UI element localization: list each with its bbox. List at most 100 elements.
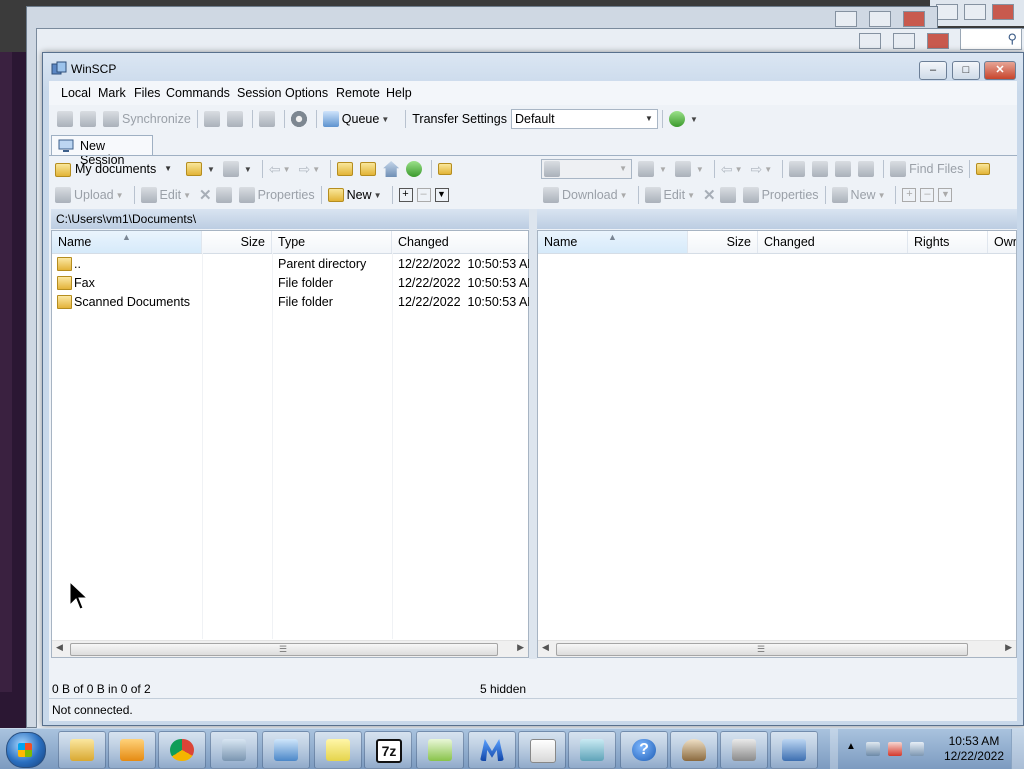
menu-options[interactable]: Options <box>285 86 328 100</box>
remote-back-button[interactable]: ⇦ ▼ <box>719 158 749 180</box>
synchronize-button[interactable]: Synchronize <box>101 108 193 130</box>
home-directory-button[interactable] <box>381 158 404 180</box>
action-center-icon[interactable] <box>888 742 902 756</box>
menu-mark[interactable]: Mark <box>98 86 126 100</box>
taskbar-explorer[interactable] <box>58 731 106 769</box>
scroll-left-icon[interactable]: ◀ <box>56 642 63 653</box>
title-bar[interactable]: WinSCP – □ ✕ <box>43 53 1023 83</box>
bg2-minimize-button[interactable] <box>835 11 857 27</box>
close-button[interactable]: ✕ <box>984 61 1016 80</box>
right-file-panel[interactable]: Name ▲ Size Changed Rights Owr ◀ ☰ ▶ <box>537 230 1017 658</box>
panel-splitter[interactable] <box>529 209 537 659</box>
bg3-maximize-button[interactable] <box>893 33 915 49</box>
console-button[interactable] <box>202 108 225 130</box>
column-name[interactable]: Name ▲ <box>52 231 202 253</box>
taskbar-sticky-notes[interactable] <box>314 731 362 769</box>
taskbar-malwarebytes[interactable] <box>468 731 516 769</box>
left-horizontal-scrollbar[interactable]: ◀ ☰ ▶ <box>52 640 528 657</box>
taskbar-media-player[interactable] <box>108 731 156 769</box>
taskbar-7zip[interactable]: 7z <box>364 731 412 769</box>
scroll-right-icon[interactable]: ▶ <box>517 642 524 653</box>
table-row[interactable]: Scanned Documents File folder 12/22/2022… <box>52 293 538 312</box>
parent-directory-button[interactable] <box>335 158 358 180</box>
remote-filter-select-button[interactable]: ▼ <box>936 184 954 206</box>
root-directory-button[interactable] <box>358 158 381 180</box>
refresh-button[interactable] <box>404 158 427 180</box>
left-location-select[interactable]: My documents ▼ <box>53 160 176 178</box>
scroll-left-icon[interactable]: ◀ <box>542 642 549 653</box>
menu-local[interactable]: Local <box>61 86 91 100</box>
bg2-close-button[interactable] <box>903 11 925 27</box>
taskbar-help[interactable]: ? <box>620 731 668 769</box>
remote-new-button[interactable]: New ▼ <box>830 184 892 206</box>
rename-button[interactable] <box>214 184 237 206</box>
remote-forward-button[interactable]: ⇨ ▼ <box>749 158 779 180</box>
download-button[interactable]: Download ▼ <box>541 184 634 206</box>
table-row[interactable]: .. Parent directory 12/22/2022 10:50:53 … <box>52 255 538 274</box>
transfer-options-button[interactable]: ▼ <box>667 108 704 130</box>
column-changed[interactable]: Changed <box>392 231 528 253</box>
remote-properties-button[interactable]: Properties <box>741 184 821 206</box>
remote-unselect-button[interactable]: – <box>918 184 936 206</box>
scroll-right-icon[interactable]: ▶ <box>1005 642 1012 653</box>
column-size[interactable]: Size <box>202 231 272 253</box>
filter-select-button[interactable]: ▼ <box>433 184 451 206</box>
menu-remote[interactable]: Remote <box>336 86 380 100</box>
clock[interactable]: 10:53 AM 12/22/2022 <box>944 734 1004 764</box>
network-icon[interactable] <box>866 742 880 756</box>
forward-button[interactable]: ⇨ ▼ <box>297 158 327 180</box>
keep-up-to-date-button[interactable] <box>78 108 101 130</box>
tree-toggle-button[interactable] <box>436 158 457 180</box>
column-type[interactable]: Type <box>272 231 392 253</box>
column-owner[interactable]: Owr <box>988 231 1016 253</box>
menu-help[interactable]: Help <box>386 86 412 100</box>
column-rights[interactable]: Rights <box>908 231 988 253</box>
compare-button[interactable] <box>55 108 78 130</box>
column-name[interactable]: Name ▲ <box>538 231 688 253</box>
find-files-button[interactable]: Find Files <box>888 158 965 180</box>
unselect-button[interactable]: – <box>415 184 433 206</box>
bg-close-button[interactable] <box>992 4 1014 20</box>
taskbar-notepad-plus[interactable] <box>416 731 464 769</box>
scrollbar-thumb[interactable]: ☰ <box>556 643 968 656</box>
properties-button[interactable]: Properties <box>237 184 317 206</box>
tab-new-session[interactable]: New Session <box>51 135 153 167</box>
remote-select-all-button[interactable]: + <box>900 184 918 206</box>
sync-browsing-button[interactable] <box>257 108 280 130</box>
menu-session[interactable]: Session <box>237 86 281 100</box>
menu-commands[interactable]: Commands <box>166 86 230 100</box>
bg2-maximize-button[interactable] <box>869 11 891 27</box>
bg3-minimize-button[interactable] <box>859 33 881 49</box>
filter-button[interactable]: ▼ <box>221 158 258 180</box>
open-directory-button[interactable]: ▼ <box>184 158 221 180</box>
remote-parent-button[interactable] <box>787 158 810 180</box>
remote-open-directory-button[interactable]: ▼ <box>636 158 673 180</box>
edit-button[interactable]: Edit ▼ <box>139 184 197 206</box>
bg-maximize-button[interactable] <box>964 4 986 20</box>
transfer-settings-select[interactable]: Default ▼ <box>510 109 658 129</box>
bg3-close-button[interactable] <box>927 33 949 49</box>
remote-filter-button[interactable]: ▼ <box>673 158 710 180</box>
back-button[interactable]: ⇦ ▼ <box>267 158 297 180</box>
remote-delete-button[interactable]: ✕ <box>701 184 718 206</box>
menu-files[interactable]: Files <box>134 86 160 100</box>
show-hidden-icons-icon[interactable]: ▲ <box>846 741 856 752</box>
right-horizontal-scrollbar[interactable]: ◀ ☰ ▶ <box>538 640 1016 657</box>
taskbar-calculator[interactable] <box>210 731 258 769</box>
queue-button[interactable]: Queue ▼ <box>321 108 395 130</box>
minimize-button[interactable]: – <box>919 61 947 80</box>
taskbar-winscp[interactable] <box>770 731 818 769</box>
show-more-apps-scroll[interactable] <box>830 729 838 769</box>
remote-rename-button[interactable] <box>718 184 741 206</box>
start-button[interactable] <box>6 732 46 768</box>
remote-tree-toggle-button[interactable] <box>974 158 995 180</box>
bg-minimize-button[interactable] <box>936 4 958 20</box>
select-all-button[interactable]: + <box>397 184 415 206</box>
maximize-button[interactable]: □ <box>952 61 980 80</box>
column-changed[interactable]: Changed <box>758 231 908 253</box>
background-search-box[interactable]: ⚲ <box>960 28 1022 50</box>
delete-button[interactable]: ✕ <box>197 184 214 206</box>
right-location-select[interactable]: ▼ <box>541 159 632 179</box>
taskbar-server-manager[interactable] <box>720 731 768 769</box>
remote-home-button[interactable] <box>833 158 856 180</box>
